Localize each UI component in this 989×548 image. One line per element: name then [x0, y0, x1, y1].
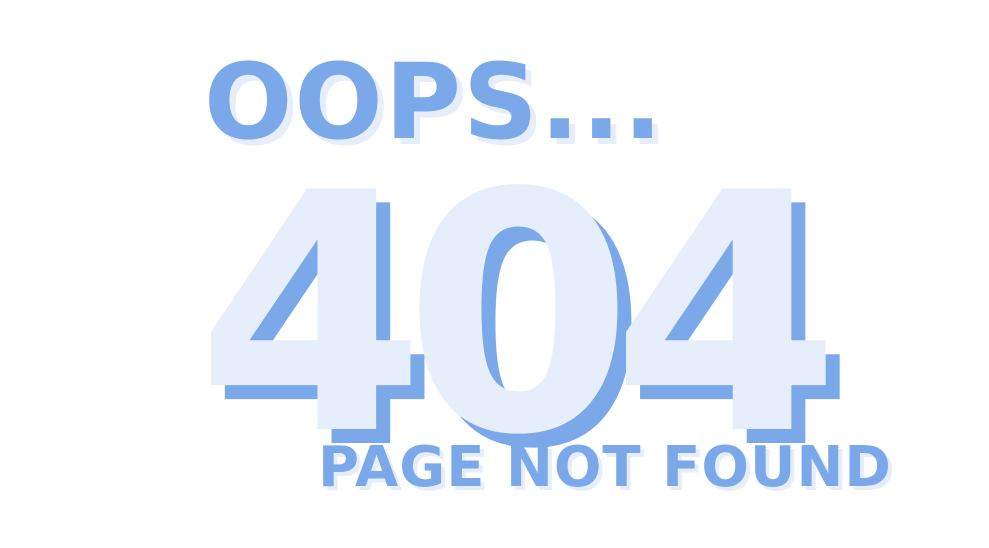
error-code-404: 404	[196, 123, 841, 507]
page-not-found-text: PAGE NOT FOUND	[318, 435, 892, 500]
